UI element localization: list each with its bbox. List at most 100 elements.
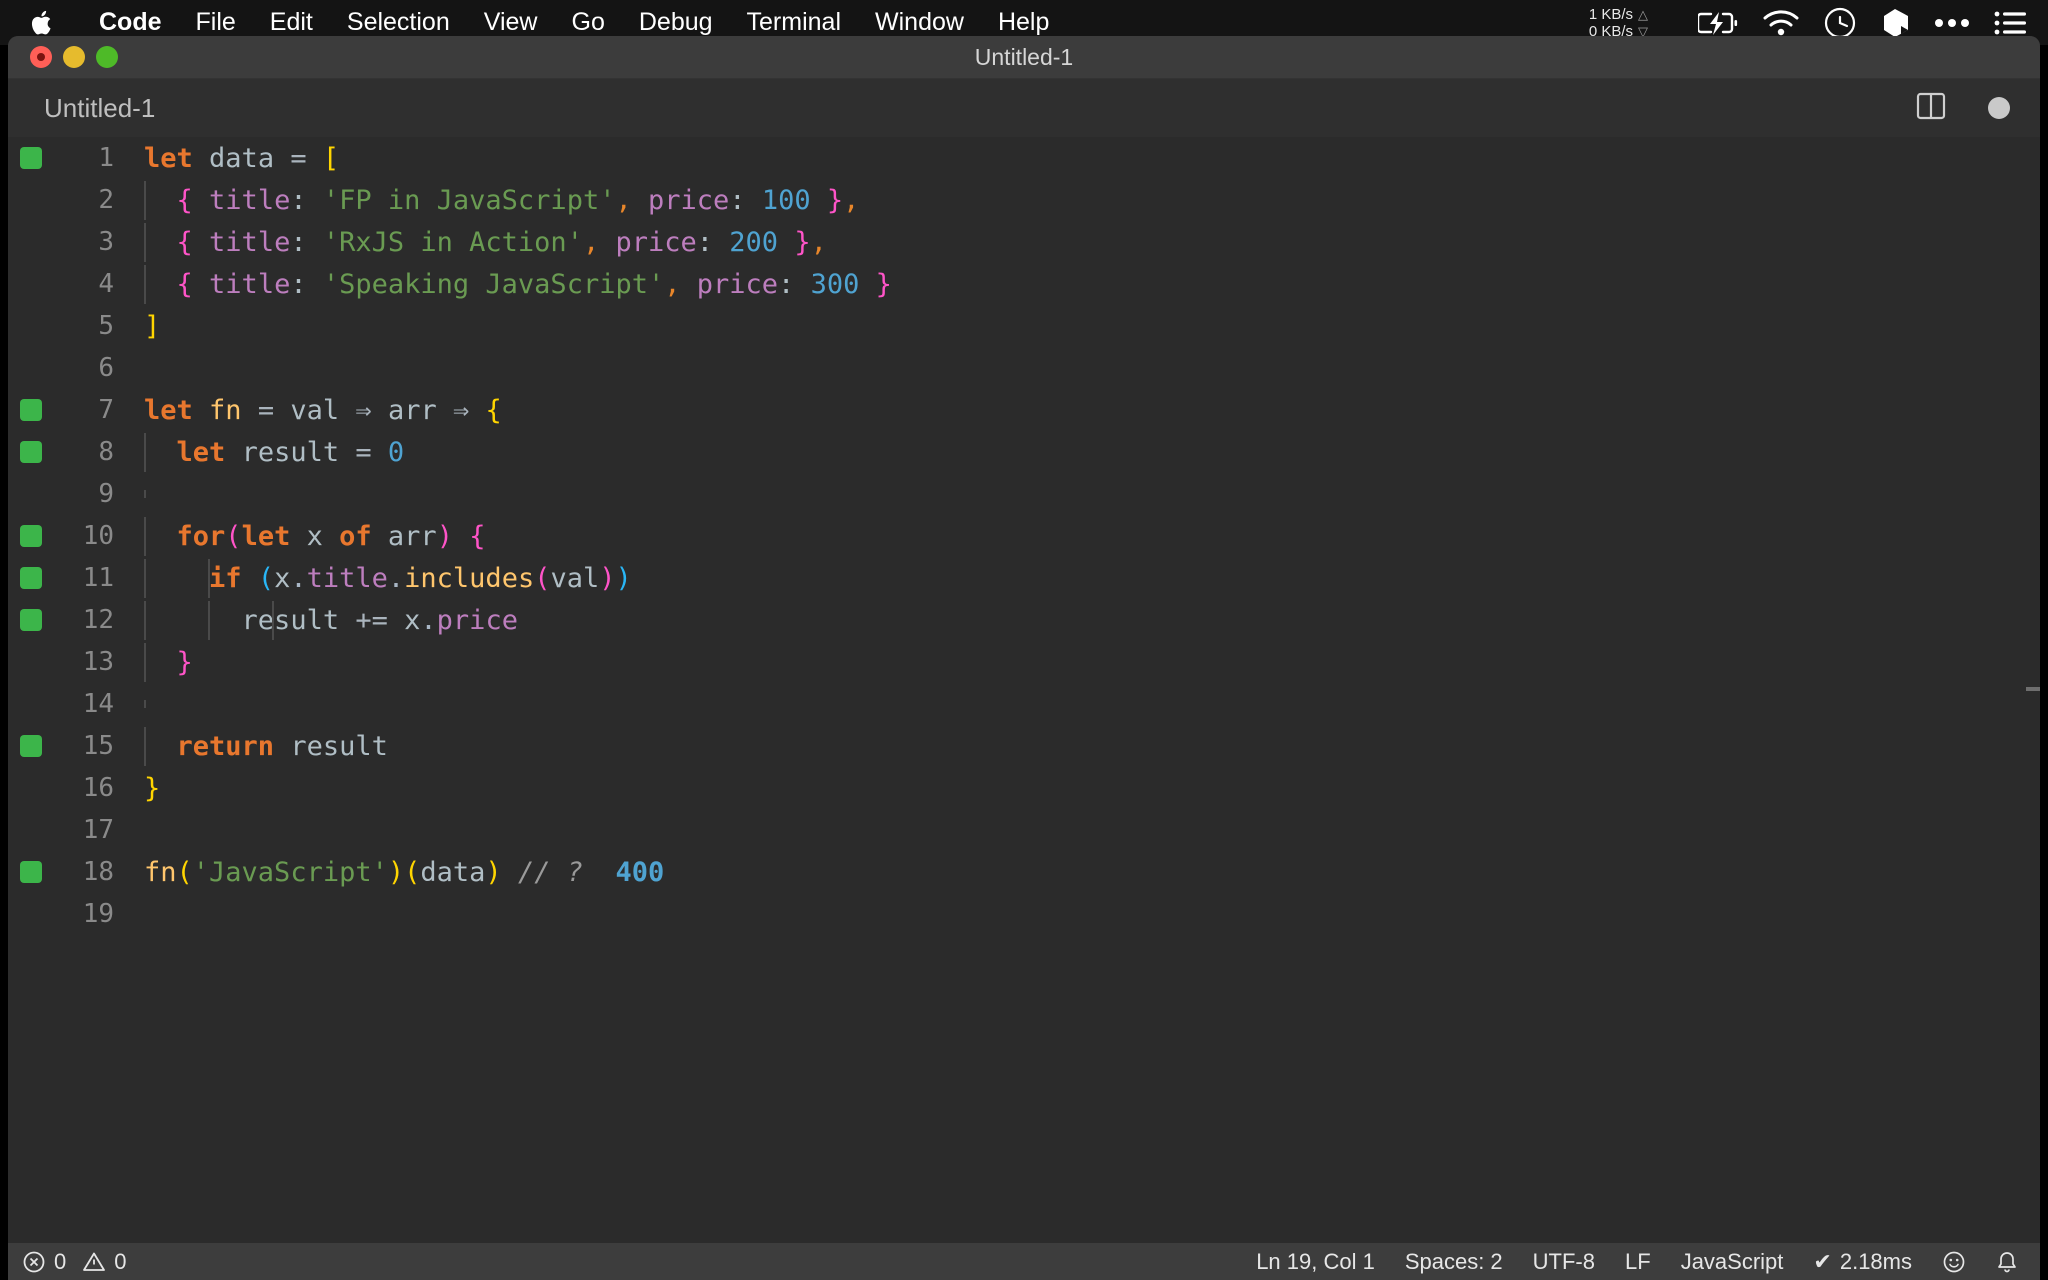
encoding-setting[interactable]: UTF-8: [1533, 1249, 1595, 1275]
eol-setting[interactable]: LF: [1625, 1249, 1651, 1275]
code-line-content[interactable]: for(let x of arr) {: [126, 516, 2040, 556]
indent-guide: [144, 558, 146, 598]
code-line[interactable]: 3 { title: 'RxJS in Action', price: 200 …: [8, 221, 2040, 263]
menu-item-view[interactable]: View: [467, 10, 555, 35]
close-button[interactable]: [30, 46, 52, 68]
code-token: result: [290, 730, 388, 762]
code-token: title: [209, 226, 291, 258]
menu-item-help[interactable]: Help: [981, 10, 1066, 35]
code-line[interactable]: 13 }: [8, 641, 2040, 683]
battery-charging-icon[interactable]: [1698, 10, 1738, 36]
notifications-bell-icon[interactable]: [1996, 1250, 2018, 1274]
code-line[interactable]: 18 fn('JavaScript')(data) // ? 400: [8, 851, 2040, 893]
code-token: (: [534, 562, 551, 594]
clock-icon[interactable]: [1824, 7, 1856, 39]
line-number: 9: [98, 479, 114, 509]
quokka-green-square-icon: [20, 525, 42, 547]
code-line[interactable]: 15 return result: [8, 725, 2040, 767]
code-line-content[interactable]: }: [126, 642, 2040, 682]
apple-logo-icon[interactable]: [30, 8, 56, 38]
code-token: data: [209, 142, 275, 174]
code-line-content[interactable]: { title: 'Speaking JavaScript', price: 3…: [126, 264, 2040, 304]
unsaved-changes-dot[interactable]: [1988, 97, 2010, 119]
code-token: let: [176, 436, 226, 468]
code-line[interactable]: 14: [8, 683, 2040, 725]
editor-scrollbar-thumb[interactable]: [2026, 687, 2040, 691]
code-token: :: [290, 226, 307, 258]
line-number: 13: [82, 647, 114, 677]
problems-indicator[interactable]: 0 0: [22, 1249, 127, 1275]
code-line[interactable]: 16}: [8, 767, 2040, 809]
ellipsis-icon[interactable]: [1934, 17, 1970, 29]
menu-item-debug[interactable]: Debug: [622, 10, 730, 35]
menu-item-file[interactable]: File: [179, 10, 253, 35]
code-line-content[interactable]: result += x.price: [126, 600, 2040, 640]
code-line[interactable]: 19: [8, 893, 2040, 935]
indent-guide: [144, 642, 146, 682]
menu-item-go[interactable]: Go: [555, 10, 622, 35]
menu-item-code[interactable]: Code: [82, 10, 179, 35]
code-token: x: [404, 604, 421, 636]
code-line[interactable]: 12 result += x.price: [8, 599, 2040, 641]
tab-untitled-1[interactable]: Untitled-1: [8, 79, 190, 137]
wifi-icon[interactable]: [1762, 9, 1800, 37]
dropbox-icon[interactable]: [1880, 7, 1910, 39]
code-line-content[interactable]: ]: [126, 311, 2040, 342]
code-line-content[interactable]: let fn = val ⇒ arr ⇒ {: [126, 395, 2040, 426]
language-mode[interactable]: JavaScript: [1681, 1249, 1784, 1275]
indentation-setting[interactable]: Spaces: 2: [1405, 1249, 1503, 1275]
code-line[interactable]: 4 { title: 'Speaking JavaScript', price:…: [8, 263, 2040, 305]
editor-tab-bar: Untitled-1: [8, 79, 2040, 137]
quokka-run-time: 2.18ms: [1839, 1248, 1912, 1274]
code-token: // ?: [517, 856, 583, 888]
code-token: price: [615, 226, 697, 258]
tab-bar-actions: [1916, 91, 2040, 126]
code-line-content[interactable]: fn('JavaScript')(data) // ? 400: [126, 857, 2040, 888]
zoom-button[interactable]: [96, 46, 118, 68]
code-line[interactable]: 8 let result = 0: [8, 431, 2040, 473]
feedback-smiley-icon[interactable]: [1942, 1250, 1966, 1274]
code-line[interactable]: 5]: [8, 305, 2040, 347]
code-line[interactable]: 17: [8, 809, 2040, 851]
line-number: 5: [98, 311, 114, 341]
code-line-content[interactable]: let data = [: [126, 143, 2040, 174]
code-token: :: [778, 268, 795, 300]
code-line[interactable]: 11 if (x.title.includes(val)): [8, 557, 2040, 599]
menu-item-selection[interactable]: Selection: [330, 10, 467, 35]
menu-item-terminal[interactable]: Terminal: [730, 10, 858, 35]
code-line-content[interactable]: if (x.title.includes(val)): [126, 558, 2040, 598]
upload-arrow-icon: △: [1638, 6, 1648, 22]
code-line-content[interactable]: return result: [126, 726, 2040, 766]
code-token: :: [290, 268, 307, 300]
code-token: }: [144, 772, 161, 804]
code-line[interactable]: 10 for(let x of arr) {: [8, 515, 2040, 557]
code-line-content[interactable]: { title: 'RxJS in Action', price: 200 },: [126, 222, 2040, 262]
code-line-content[interactable]: { title: 'FP in JavaScript', price: 100 …: [126, 180, 2040, 220]
code-token: ): [387, 856, 405, 888]
code-editor[interactable]: 1 let data = [2 { title: 'FP in JavaScrip…: [8, 137, 2040, 1243]
code-line[interactable]: 9: [8, 473, 2040, 515]
code-lines-container: 1 let data = [2 { title: 'FP in JavaScrip…: [8, 137, 2040, 935]
menu-item-window[interactable]: Window: [858, 10, 981, 35]
code-token: (: [176, 856, 193, 888]
code-line[interactable]: 1 let data = [: [8, 137, 2040, 179]
code-line-content[interactable]: }: [126, 773, 2040, 804]
code-line[interactable]: 7 let fn = val ⇒ arr ⇒ {: [8, 389, 2040, 431]
control-center-list-icon[interactable]: [1994, 10, 2026, 36]
quokka-status[interactable]: ✔ 2.18ms: [1813, 1249, 1912, 1275]
code-line-content[interactable]: let result = 0: [126, 432, 2040, 472]
network-speed-indicator[interactable]: 1 KB/s 0 KB/s △ ▽: [1589, 6, 1648, 40]
code-line[interactable]: 2 { title: 'FP in JavaScript', price: 10…: [8, 179, 2040, 221]
cursor-position[interactable]: Ln 19, Col 1: [1256, 1249, 1375, 1275]
error-circle-icon: [23, 1251, 45, 1272]
minimize-button[interactable]: [63, 46, 85, 68]
code-line[interactable]: 6: [8, 347, 2040, 389]
split-editor-icon[interactable]: [1916, 91, 1946, 126]
menu-item-edit[interactable]: Edit: [253, 10, 330, 35]
